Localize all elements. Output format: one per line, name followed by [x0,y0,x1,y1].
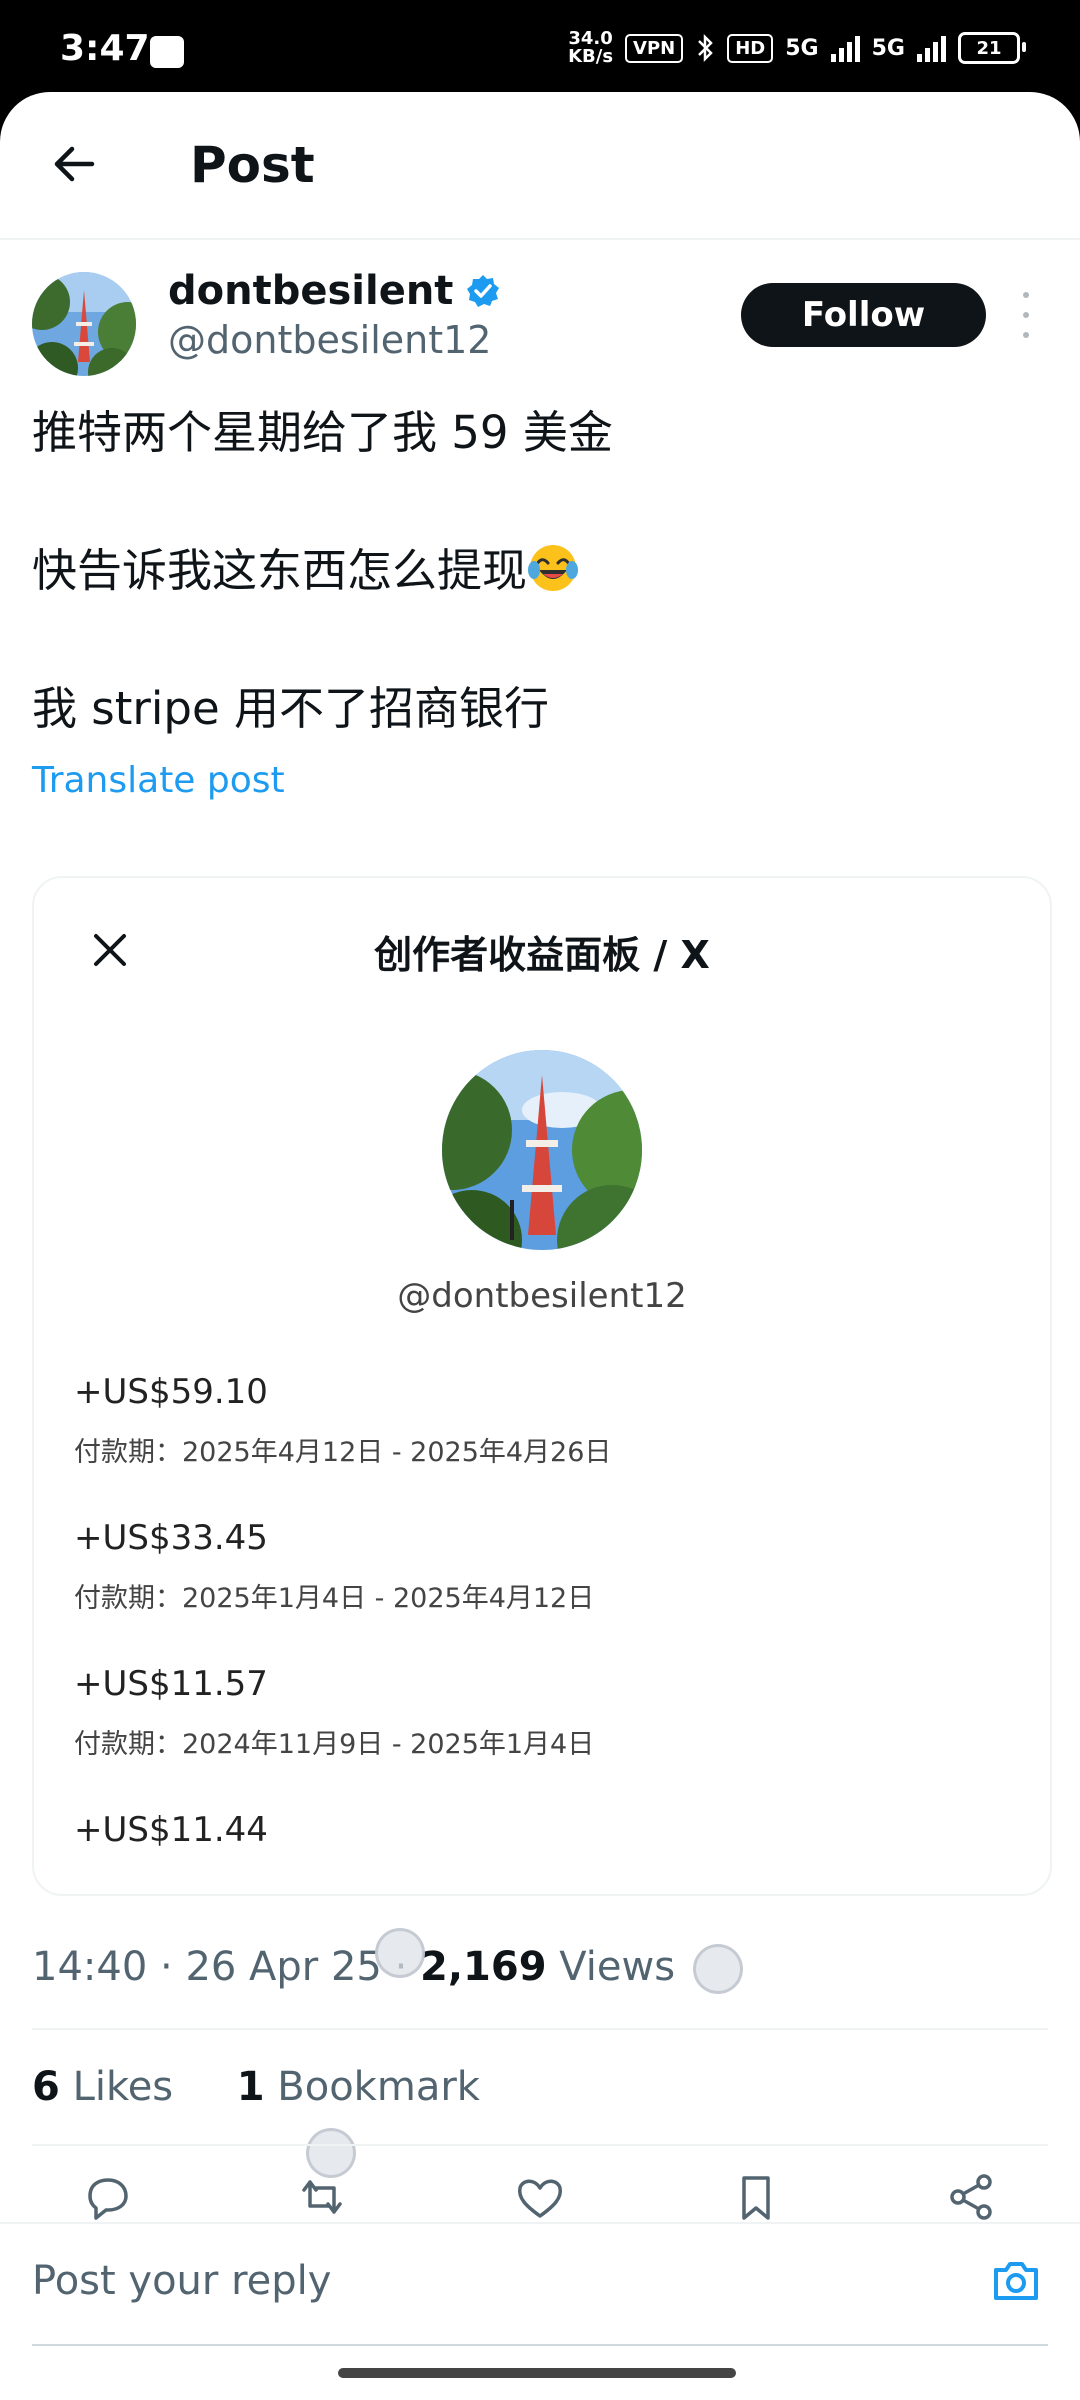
hd-indicator: HD [727,33,774,63]
verified-badge-icon [467,275,500,307]
earning-amount: +US$11.57 [74,1664,268,1704]
app-notification-icon [150,36,184,68]
laughing-tears-emoji-icon [528,545,579,591]
touch-indicator [306,2128,356,2178]
views-label: Views [559,1944,676,1990]
repost-icon[interactable] [294,2172,350,2222]
page-title: Post [190,136,315,194]
network-type-1: 5G [785,35,819,61]
status-time: 3:47 [60,28,150,69]
earning-amount: +US$59.10 [74,1372,268,1412]
follow-button[interactable]: Follow [741,283,986,347]
divider [32,2144,1048,2146]
author-handle[interactable]: @dontbesilent12 [168,318,491,362]
card-avatar [442,1050,642,1250]
battery-icon: 21 [958,32,1026,64]
camera-icon[interactable] [990,2254,1042,2306]
earning-item: +US$11.57 付款期：2024年11月9日 - 2025年1月4日 [74,1664,594,1761]
avatar[interactable] [32,272,136,376]
post-date: 26 Apr 25 [185,1944,382,1990]
reply-bar: Post your reply [0,2222,1080,2344]
reply-underline [32,2344,1048,2346]
bookmarks-stat[interactable]: 1 Bookmark [237,2064,480,2110]
earning-item: +US$33.45 付款期：2025年1月4日 - 2025年4月12日 [74,1518,594,1615]
heart-icon[interactable] [512,2172,568,2222]
vpn-indicator: VPN [625,33,684,63]
post-screen: Post dontbesilent @dontbesilent12 Follow… [0,92,1080,2400]
reply-icon[interactable] [80,2172,136,2222]
action-bar [0,2172,1080,2222]
network-speed: 34.0 KB/s [568,28,614,67]
signal-icon [830,34,860,62]
home-indicator[interactable] [338,2368,736,2378]
divider [32,2028,1048,2030]
post-text-line-3: 我 stripe 用不了招商银行 [32,682,549,735]
earning-period: 付款期：2025年4月12日 - 2025年4月26日 [74,1437,612,1468]
status-bar: 3:47 34.0 KB/s VPN HD 5G 5G 21 [0,0,1080,92]
engagement-stats: 6 Likes 1 Bookmark [32,2064,480,2110]
earning-item: +US$59.10 付款期：2025年4月12日 - 2025年4月26日 [74,1372,611,1469]
card-handle: @dontbesilent12 [397,1276,687,1316]
share-icon[interactable] [944,2172,1000,2222]
earning-amount: +US$11.44 [74,1810,268,1850]
post-time: 14:40 [32,1944,148,1990]
views-count: 2,169 [420,1944,547,1990]
post-meta: 14:40 · 26 Apr 25 · 2,169 Views [32,1944,676,1990]
touch-indicator [375,1928,425,1978]
bluetooth-icon [698,33,714,63]
earning-period: 付款期：2025年1月4日 - 2025年4月12日 [74,1583,595,1614]
earning-period: 付款期：2024年11月9日 - 2025年1月4日 [74,1729,595,1760]
post-text-line-1: 推特两个星期给了我 59 美金 [32,406,613,459]
touch-indicator [693,1944,743,1994]
likes-stat[interactable]: 6 Likes [32,2064,173,2110]
author-name[interactable]: dontbesilent [168,268,501,314]
network-type-2: 5G [871,35,905,61]
earning-amount: +US$33.45 [74,1518,268,1558]
status-indicators: 34.0 KB/s VPN HD 5G 5G 21 [568,28,1026,67]
earning-item: +US$11.44 [74,1810,268,1850]
top-bar: Post [0,92,1080,240]
arrow-left-icon[interactable] [48,138,100,190]
bookmark-icon[interactable] [728,2172,784,2222]
media-card[interactable]: 创作者收益面板 / X @dontbesilent12 +US$59.10 付款… [32,876,1052,1896]
signal-icon-2 [917,34,946,62]
more-vertical-icon[interactable] [1016,292,1036,338]
reply-input[interactable]: Post your reply [32,2258,331,2304]
translate-post-link[interactable]: Translate post [32,760,285,801]
post-text-line-2: 快告诉我这东西怎么提现 [32,534,579,599]
card-title: 创作者收益面板 / X [374,933,710,977]
